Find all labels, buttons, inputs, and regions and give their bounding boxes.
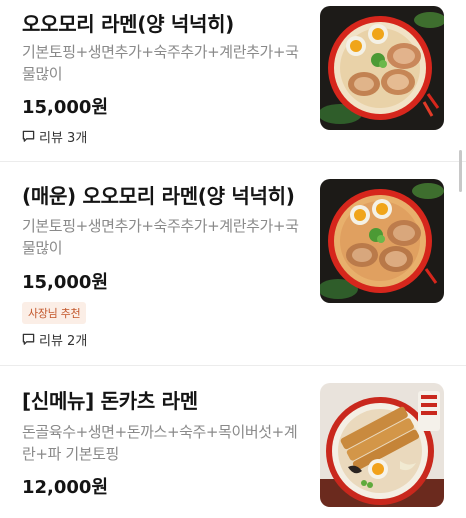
menu-item-oomori-ramen[interactable]: 오오모리 라멘(양 넉넉히) 기본토핑+생면추가+숙주추가+계란추가+국물많이 … xyxy=(0,0,466,160)
menu-item-price: 12,000원 xyxy=(22,477,109,498)
menu-item-name: [신메뉴] 돈카츠 라멘 xyxy=(22,389,198,413)
menu-item-price: 15,000원 xyxy=(22,97,109,118)
menu-item-name: (매운) 오오모리 라멘(양 넉넉히) xyxy=(22,184,295,208)
review-count[interactable]: 리뷰 3개 xyxy=(22,127,87,146)
scrollbar[interactable] xyxy=(459,150,462,192)
ramen-chashu-photo xyxy=(320,6,444,130)
review-count-label: 리뷰 3개 xyxy=(39,131,88,146)
spicy-ramen-chashu-photo xyxy=(320,179,444,303)
menu-item-name: 오오모리 라멘(양 넉넉히) xyxy=(22,12,235,36)
menu-item-description: 기본토핑+생면추가+숙주추가+계란추가+국물많이 xyxy=(22,217,299,257)
menu-item-description: 기본토핑+생면추가+숙주추가+계란추가+국물많이 xyxy=(22,43,299,83)
speech-bubble-icon xyxy=(22,333,35,345)
menu-item-tonkatsu-ramen[interactable]: [신메뉴] 돈카츠 라멘 돈골육수+생면+돈까스+숙주+목이버섯+계란+파 기본… xyxy=(0,366,466,518)
speech-bubble-icon xyxy=(22,130,35,142)
recommend-badge: 사장님 추천 xyxy=(22,302,87,324)
menu-item-price: 15,000원 xyxy=(22,272,109,293)
menu-item-spicy-oomori-ramen[interactable]: (매운) 오오모리 라멘(양 넉넉히) 기본토핑+생면추가+숙주추가+계란추가+… xyxy=(0,162,466,362)
review-count[interactable]: 리뷰 2개 xyxy=(22,330,87,349)
menu-item-description: 돈골육수+생면+돈까스+숙주+목이버섯+계란+파 기본토핑 xyxy=(22,423,298,463)
review-count-label: 리뷰 2개 xyxy=(39,334,88,349)
tonkatsu-ramen-photo xyxy=(320,383,444,507)
